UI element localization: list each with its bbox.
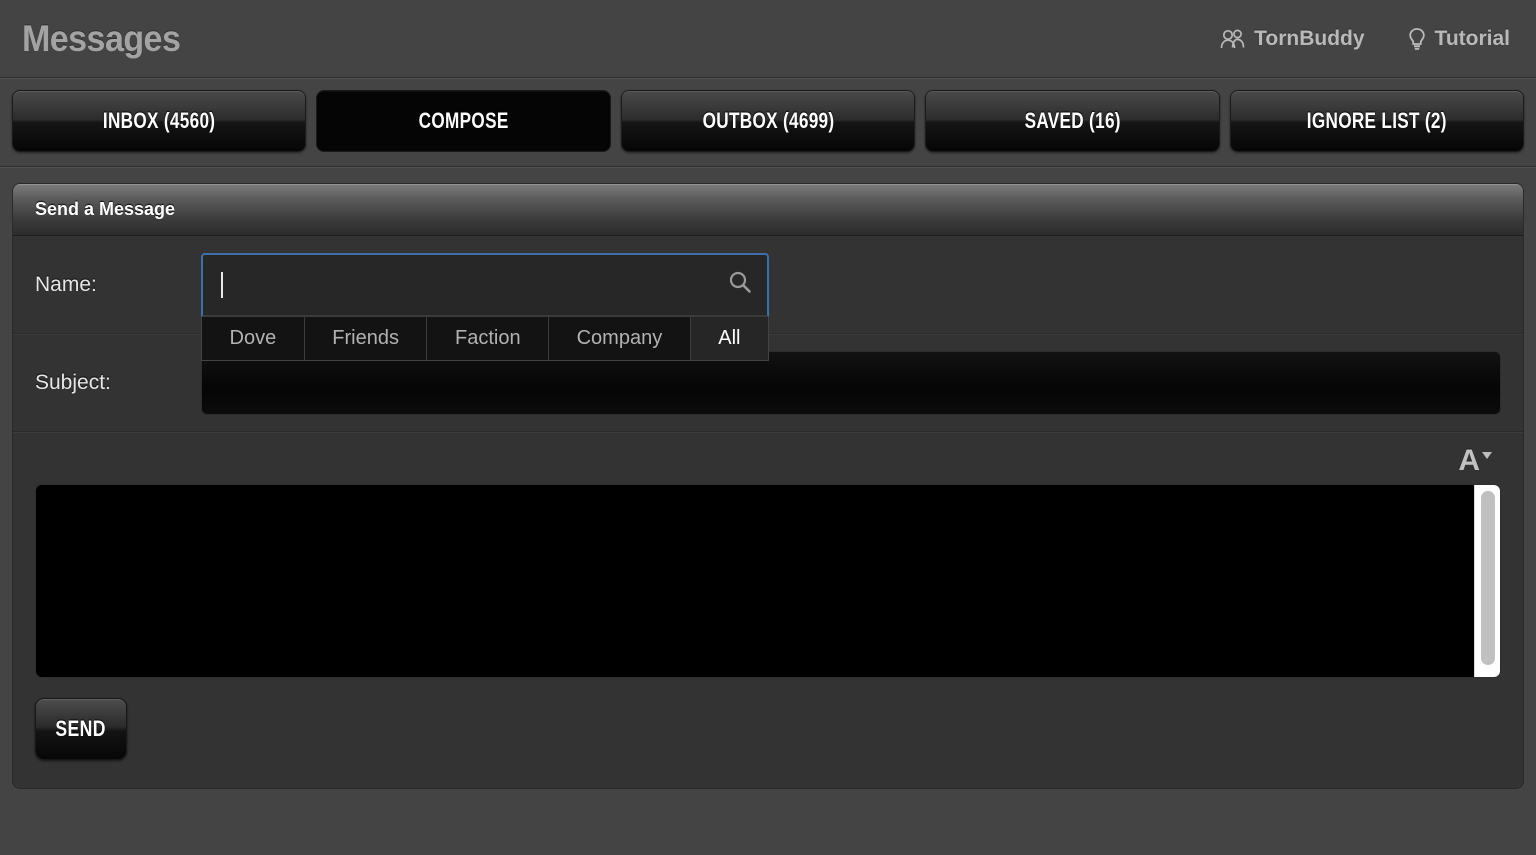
filter-tab-friends[interactable]: Friends xyxy=(304,316,428,360)
filter-tab-dove[interactable]: Dove xyxy=(202,316,305,360)
send-button-label: SEND xyxy=(55,716,107,741)
tab-compose[interactable]: COMPOSE xyxy=(316,90,611,152)
scrollbar-thumb[interactable] xyxy=(1480,491,1495,665)
tab-inbox-label: INBOX (4560) xyxy=(102,108,216,133)
tab-saved-label: SAVED (16) xyxy=(1024,108,1121,133)
font-size-glyph: A xyxy=(1458,444,1480,477)
tutorial-link[interactable]: Tutorial xyxy=(1407,27,1510,51)
tab-ignore-list-label: IGNORE LIST (2) xyxy=(1306,108,1447,133)
tab-ignore-list[interactable]: IGNORE LIST (2) xyxy=(1229,90,1525,152)
recipient-filter-tabs: Dove Friends Faction Company All xyxy=(201,316,769,361)
message-body-input[interactable] xyxy=(36,485,1474,677)
filter-tab-all[interactable]: All xyxy=(690,316,768,360)
filter-tab-faction[interactable]: Faction xyxy=(427,316,550,360)
editor-toolbar: A xyxy=(35,442,1501,484)
message-body-box xyxy=(35,484,1501,678)
people-icon xyxy=(1220,28,1246,50)
compose-panel: Send a Message Name: Dove Friends Factio… xyxy=(12,183,1524,789)
name-field-wrap: Dove Friends Faction Company All xyxy=(201,252,769,361)
search-input[interactable] xyxy=(223,273,727,296)
message-editor-area: A xyxy=(13,432,1523,678)
tab-inbox[interactable]: INBOX (4560) xyxy=(12,90,307,152)
name-search-box[interactable] xyxy=(201,252,769,317)
tornbuddy-label: TornBuddy xyxy=(1254,26,1365,50)
subject-label: Subject: xyxy=(35,370,111,394)
message-tabs: INBOX (4560) COMPOSE OUTBOX (4699) SAVED… xyxy=(0,78,1536,167)
tab-outbox-label: OUTBOX (4699) xyxy=(702,108,834,133)
chevron-down-icon xyxy=(1481,448,1493,466)
lightbulb-icon xyxy=(1407,27,1427,51)
compose-panel-header: Send a Message xyxy=(13,184,1523,236)
font-size-dropdown[interactable]: A xyxy=(1458,444,1493,477)
page-header: Messages TornBuddy Tutorial xyxy=(0,0,1536,78)
tutorial-label: Tutorial xyxy=(1434,26,1510,50)
compose-panel-title: Send a Message xyxy=(35,199,176,219)
message-body-scrollbar[interactable] xyxy=(1474,485,1500,677)
send-area: SEND xyxy=(13,678,1523,788)
tab-outbox[interactable]: OUTBOX (4699) xyxy=(620,90,916,152)
tab-compose-label: COMPOSE xyxy=(418,108,509,133)
filter-tab-company[interactable]: Company xyxy=(549,316,691,360)
header-links: TornBuddy Tutorial xyxy=(1220,27,1514,51)
search-icon[interactable] xyxy=(727,269,753,300)
page-title: Messages xyxy=(22,17,181,59)
name-row: Name: Dove Friends Faction Company All xyxy=(13,236,1523,361)
tab-saved[interactable]: SAVED (16) xyxy=(925,90,1220,152)
tornbuddy-link[interactable]: TornBuddy xyxy=(1220,26,1365,51)
send-button[interactable]: SEND xyxy=(35,698,127,760)
name-label: Name: xyxy=(35,272,97,296)
